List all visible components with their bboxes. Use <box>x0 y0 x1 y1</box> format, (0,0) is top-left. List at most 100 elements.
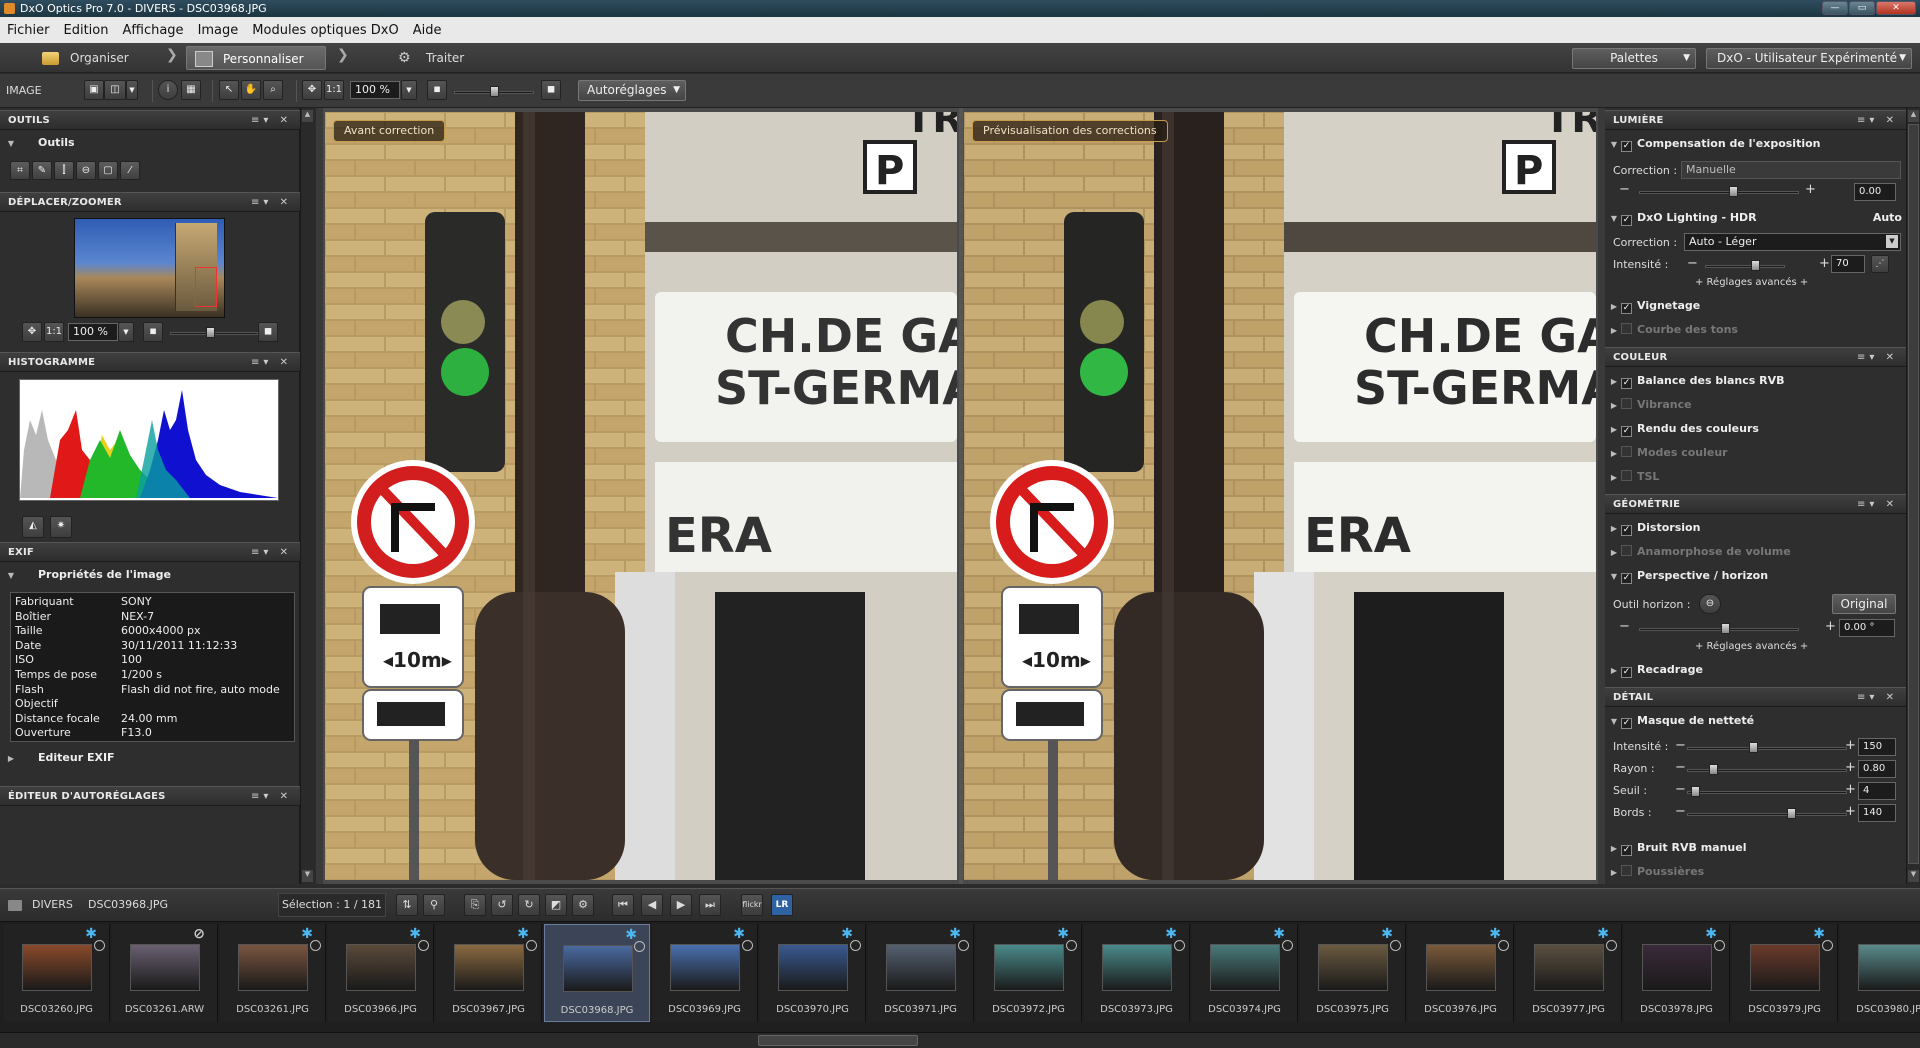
fit-icon[interactable]: ✥ <box>22 322 42 342</box>
vertical-tool-icon[interactable]: ⫿ <box>54 161 74 180</box>
masque-checkbox[interactable]: ✓ <box>1621 718 1632 729</box>
thumbnail-item[interactable]: DSC03976.JPG ✱ <box>1408 924 1514 1022</box>
zoom-out-icon[interactable]: ◾ <box>427 80 447 100</box>
couleur-item-tsl[interactable]: ▶ TSL <box>1607 468 1659 486</box>
anamorphose-row[interactable]: ▶ Anamorphose de volume <box>1607 543 1791 561</box>
expo-checkbox[interactable]: ✓ <box>1621 141 1632 152</box>
status-circle-icon[interactable] <box>1282 940 1293 951</box>
zoom-out-icon[interactable]: ◾ <box>143 322 163 342</box>
couleur-item-vibrance[interactable]: ▶ Vibrance <box>1607 396 1692 414</box>
sharp-bords-slider[interactable] <box>1687 813 1847 816</box>
status-circle-icon[interactable] <box>850 940 861 951</box>
plus-icon[interactable]: + <box>1845 804 1856 819</box>
masque-row[interactable]: ▼ ✓ Masque de netteté <box>1607 712 1754 730</box>
sharp-seuil-slider[interactable] <box>1687 791 1847 794</box>
plus-icon[interactable]: + <box>1819 256 1830 271</box>
original-button[interactable]: Original <box>1832 594 1896 614</box>
tab-traiter[interactable]: ⚙ Traiter <box>390 46 500 70</box>
frame-tool-icon[interactable]: ▢ <box>98 161 118 180</box>
tab-organiser[interactable]: Organiser <box>34 46 164 70</box>
hdr-intensity-thumb[interactable] <box>1751 260 1760 271</box>
poussieres-checkbox[interactable] <box>1621 865 1632 876</box>
brush-tool-icon[interactable]: ✎ <box>32 161 52 180</box>
minus-icon[interactable]: − <box>1675 782 1686 797</box>
expo-value[interactable]: 0.00 <box>1854 183 1896 201</box>
thumbnail-item[interactable]: DSC03980.JPG✱ <box>1840 924 1920 1022</box>
modes-checkbox[interactable] <box>1621 446 1632 457</box>
thumbnail-item[interactable]: DSC03973.JPG ✱ <box>1084 924 1190 1022</box>
scroll-up-icon[interactable]: ▲ <box>302 110 313 122</box>
wand-icon[interactable]: ⋰ <box>1871 255 1889 273</box>
lumiere-header[interactable]: LUMIÈRE ≡▾ ✕ <box>1605 110 1906 130</box>
fit-icon[interactable]: ✥ <box>302 80 322 100</box>
pointer-icon[interactable]: ↖ <box>219 80 239 100</box>
sharp-rayon-thumb[interactable] <box>1709 764 1718 775</box>
sharp-bords-thumb[interactable] <box>1787 808 1796 819</box>
right-scrollbar[interactable]: ▲ ▼ <box>1906 108 1920 884</box>
sharp-rayon-value[interactable]: 0.80 <box>1858 760 1896 778</box>
right-splitter[interactable] <box>1598 108 1605 884</box>
status-circle-icon[interactable] <box>1822 940 1833 951</box>
tsl-checkbox[interactable] <box>1621 470 1632 481</box>
zoom-caret-icon[interactable]: ▼ <box>401 80 417 100</box>
panel-controls-icon[interactable]: ≡▾ ✕ <box>1857 348 1898 367</box>
thumbnail-item[interactable]: DSC03967.JPG ✱ <box>436 924 542 1022</box>
thumbnail-item[interactable]: DSC03972.JPG ✱ <box>976 924 1082 1022</box>
panel-controls-icon[interactable]: ≡▾ ✕ <box>251 787 292 806</box>
panel-controls-icon[interactable]: ≡▾ ✕ <box>1857 688 1898 707</box>
panel-controls-icon[interactable]: ≡▾ ✕ <box>251 193 292 212</box>
ratio-button[interactable]: 1:1 <box>324 80 344 100</box>
panel-controls-icon[interactable]: ≡▾ ✕ <box>1857 111 1898 130</box>
view-caret-icon[interactable]: ▼ <box>126 80 138 100</box>
scroll-thumb[interactable] <box>1908 124 1919 864</box>
autoreglages-dropdown[interactable]: Autoréglages ▼ <box>578 80 686 101</box>
status-circle-icon[interactable] <box>1174 940 1185 951</box>
hdr-intensity-slider[interactable] <box>1705 265 1785 268</box>
thumbnail-item[interactable]: DSC03260.JPG ✱ <box>4 924 110 1022</box>
perspective-checkbox[interactable]: ✓ <box>1621 573 1632 584</box>
minus-icon[interactable]: − <box>1687 256 1698 271</box>
expo-mode-select[interactable]: Manuelle <box>1681 161 1901 179</box>
exif-subheader[interactable]: ▼ Propriétés de l'image <box>4 566 171 584</box>
poussieres-row[interactable]: ▶ Poussières <box>1607 863 1704 881</box>
expo-row[interactable]: ▼ ✓ Compensation de l'exposition <box>1607 135 1821 153</box>
compare-view-icon[interactable]: ◫ <box>104 80 126 100</box>
sharp-seuil-value[interactable]: 4 <box>1858 782 1896 800</box>
thumbnail-item[interactable]: DSC03261.ARW ⊘ <box>112 924 218 1022</box>
status-circle-icon[interactable] <box>634 941 645 952</box>
bruit-checkbox[interactable]: ✓ <box>1621 845 1632 856</box>
picker-tool-icon[interactable]: ⁄ <box>120 161 140 180</box>
magnifier-icon[interactable]: ⌕ <box>263 80 283 100</box>
detail-header[interactable]: DÉTAIL ≡▾ ✕ <box>1605 687 1906 707</box>
thumbnail-item[interactable]: DSC03978.JPG ✱ <box>1624 924 1730 1022</box>
outils-header[interactable]: OUTILS ≡▾ ✕ <box>0 110 300 130</box>
hdr-advanced-link[interactable]: + Réglages avancés + <box>1695 277 1808 288</box>
thumbnail-item[interactable]: DSC03975.JPG ✱ <box>1300 924 1406 1022</box>
thumbnail-item[interactable]: DSC03974.JPG ✱ <box>1192 924 1298 1022</box>
plus-icon[interactable]: + <box>1845 738 1856 753</box>
vignetage-checkbox[interactable]: ✓ <box>1621 303 1632 314</box>
sharp-intensity-thumb[interactable] <box>1749 742 1758 753</box>
plus-icon[interactable]: + <box>1805 182 1816 197</box>
menu-image[interactable]: Image <box>191 23 246 38</box>
plus-icon[interactable]: + <box>1845 782 1856 797</box>
status-circle-icon[interactable] <box>310 940 321 951</box>
minus-icon[interactable]: − <box>1619 182 1630 197</box>
scroll-down-icon[interactable]: ▼ <box>302 870 313 882</box>
zoom-field[interactable]: 100 % <box>350 81 400 99</box>
sharp-intensity-value[interactable]: 150 <box>1858 738 1896 756</box>
vibrance-checkbox[interactable] <box>1621 398 1632 409</box>
thumbnail-item[interactable]: DSC03968.JPG ✱ <box>544 924 650 1022</box>
wb-checkbox[interactable]: ✓ <box>1621 378 1632 389</box>
expo-slider-thumb[interactable] <box>1729 186 1738 197</box>
zoom-panel-header[interactable]: DÉPLACER/ZOOMER ≡▾ ✕ <box>0 192 300 212</box>
exif-editor-header[interactable]: ▶ Editeur EXIF <box>4 749 115 767</box>
navigator-thumbnail[interactable] <box>74 218 225 318</box>
close-icon[interactable]: ✕ <box>1876 1 1916 15</box>
histogram-header[interactable]: HISTOGRAMME ≡▾ ✕ <box>0 352 300 372</box>
filmstrip-scroll-thumb[interactable] <box>758 1035 918 1046</box>
compare-divider[interactable] <box>959 108 963 884</box>
minus-icon[interactable]: − <box>1675 738 1686 753</box>
panel-controls-icon[interactable]: ≡▾ ✕ <box>1857 495 1898 514</box>
menu-fichier[interactable]: Fichier <box>0 23 57 38</box>
